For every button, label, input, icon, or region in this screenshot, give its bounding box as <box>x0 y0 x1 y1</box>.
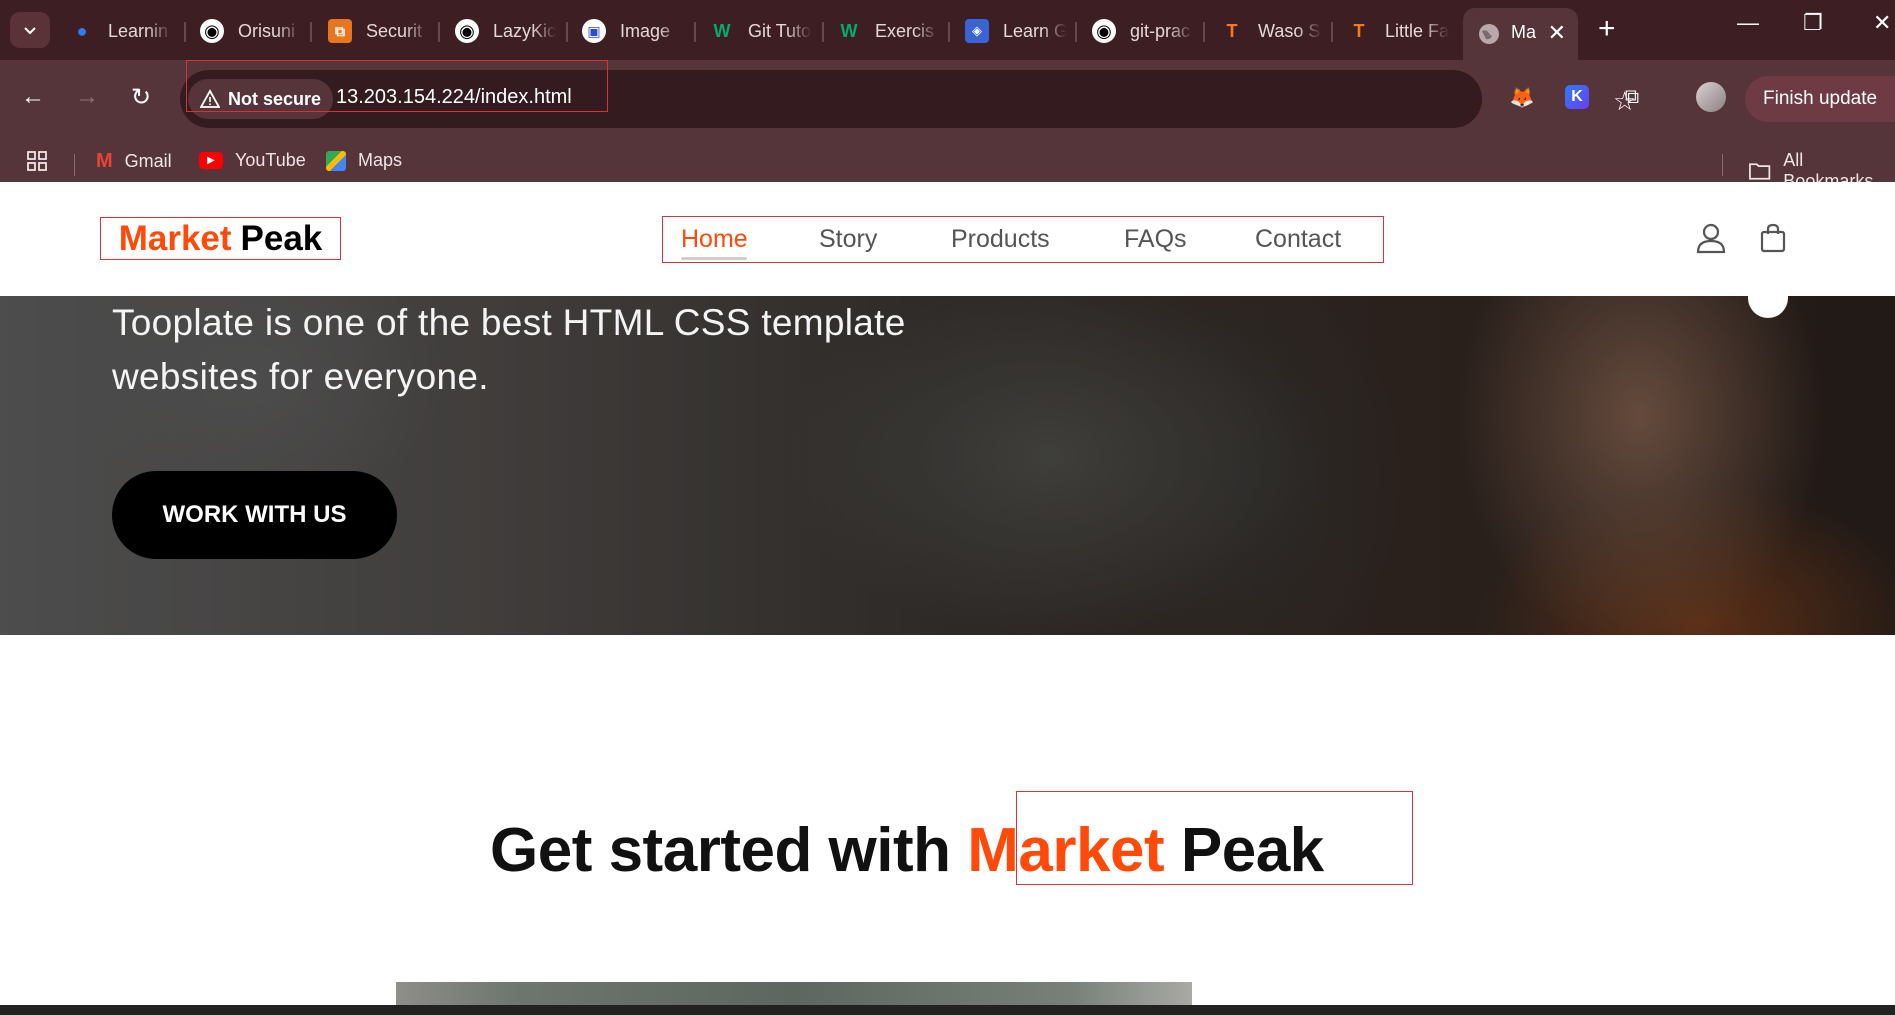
site-logo[interactable]: Market Peak <box>100 217 341 260</box>
user-icon[interactable] <box>1695 222 1727 254</box>
forward-icon[interactable]: → <box>72 82 102 112</box>
nav-faqs[interactable]: FAQs <box>1124 225 1187 254</box>
github-icon: ◉ <box>455 19 479 43</box>
learn-git-icon: ◈ <box>965 19 989 43</box>
nav-contact[interactable]: Contact <box>1255 225 1341 254</box>
w3schools-icon: W <box>840 20 858 41</box>
learning-icon: ● <box>76 20 88 41</box>
bookmark-gmail[interactable]: M Gmail <box>96 150 172 173</box>
apps-grid-icon[interactable] <box>26 150 48 172</box>
minimize-icon[interactable]: — <box>1737 10 1759 36</box>
finish-update-button[interactable]: Finish update⋮ <box>1745 76 1895 122</box>
back-icon[interactable]: ← <box>18 82 48 112</box>
nav-products[interactable]: Products <box>951 225 1050 254</box>
close-window-icon[interactable]: ✕ <box>1873 10 1891 36</box>
tab-waso[interactable]: T Waso S <box>1220 14 1322 48</box>
shopping-bag-icon[interactable] <box>1757 222 1789 254</box>
window-bottom-edge <box>0 1005 1895 1015</box>
close-tab-icon[interactable]: ✕ <box>1548 20 1566 46</box>
tab-strip: ● Learnin ◉ Orisuni ⧉ Securit ◉ LazyKic … <box>0 0 1895 60</box>
github-icon: ◉ <box>1092 19 1116 43</box>
tab-git-tutorial[interactable]: W Git Tuto <box>710 14 812 48</box>
tooplate-icon: T <box>1353 20 1365 41</box>
image-icon: ▣ <box>582 19 606 43</box>
maps-icon <box>326 150 346 171</box>
metamask-icon[interactable]: 🦊 <box>1507 82 1537 112</box>
extensions-puzzle-icon[interactable]: ⧉ <box>1617 82 1647 112</box>
gmail-icon: M <box>96 150 113 172</box>
restore-icon[interactable]: ❐ <box>1803 10 1823 36</box>
nav-home[interactable]: Home <box>681 225 748 254</box>
tab-learnin[interactable]: ● Learnin <box>70 14 172 48</box>
nav-story[interactable]: Story <box>819 225 877 254</box>
tab-security[interactable]: ⧉ Securit <box>328 14 430 48</box>
new-tab-button[interactable]: + <box>1598 12 1616 46</box>
tab-little-fashion[interactable]: T Little Fa <box>1347 14 1450 48</box>
extension-k-icon[interactable]: K <box>1562 82 1592 112</box>
nav-active-indicator <box>681 257 747 260</box>
tab-search-button[interactable] <box>10 12 50 48</box>
aws-icon: ⧉ <box>328 19 352 43</box>
tab-image[interactable]: ▣ Image <box>582 14 684 48</box>
reload-icon[interactable]: ↻ <box>126 82 156 112</box>
brand-highlight-box <box>1016 791 1413 885</box>
profile-avatar[interactable] <box>1696 82 1726 112</box>
youtube-icon: ▶ <box>199 152 223 169</box>
globe-icon <box>1479 24 1499 44</box>
main-nav: Home Story Products FAQs Contact <box>662 216 1384 263</box>
site-header: Market Peak Home Story Products FAQs Cont… <box>0 182 1895 296</box>
bookmark-youtube[interactable]: ▶ YouTube <box>199 150 306 171</box>
w3schools-icon: W <box>713 20 731 41</box>
work-with-us-button[interactable]: WORK WITH US <box>112 471 397 559</box>
tab-orisuni[interactable]: ◉ Orisuni <box>200 14 302 48</box>
hero-banner: Tooplate is one of the best HTML CSS tem… <box>0 296 1895 635</box>
tooplate-icon: T <box>1226 20 1238 41</box>
tab-lazykic[interactable]: ◉ LazyKic <box>455 14 557 48</box>
hero-description: Tooplate is one of the best HTML CSS tem… <box>112 302 906 397</box>
url-highlight-box <box>186 60 608 112</box>
tab-learn-git[interactable]: ◈ Learn G <box>965 14 1067 48</box>
folder-icon <box>1749 163 1771 180</box>
chevron-down-icon <box>24 27 36 35</box>
github-icon: ◉ <box>200 19 224 43</box>
bookmark-maps[interactable]: Maps <box>326 150 402 171</box>
tab-market-peak-active[interactable]: Ma ✕ <box>1463 8 1578 60</box>
tab-git-practice[interactable]: ◉ git-prac <box>1092 14 1194 48</box>
tab-exercises[interactable]: W Exercis <box>837 14 939 48</box>
